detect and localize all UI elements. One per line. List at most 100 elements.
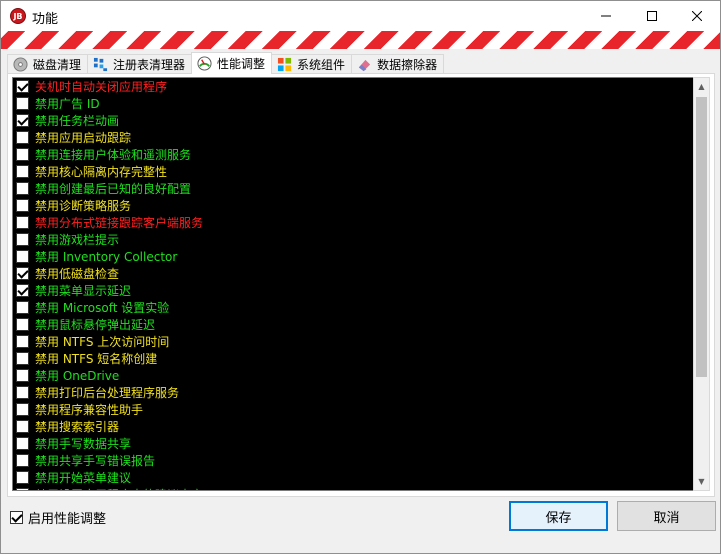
list-item[interactable]: 禁用搜索索引器: [13, 418, 693, 435]
list-item[interactable]: 禁用 Microsoft 设置实验: [13, 299, 693, 316]
item-checkbox[interactable]: [16, 267, 29, 280]
close-icon: [692, 11, 702, 21]
list-item[interactable]: 禁用游戏栏提示: [13, 231, 693, 248]
item-checkbox[interactable]: [16, 148, 29, 161]
list-item[interactable]: 禁用核心隔离内存完整性: [13, 163, 693, 180]
app-logo-icon: JB: [10, 8, 26, 24]
item-checkbox[interactable]: [16, 335, 29, 348]
list-item[interactable]: 禁用打印后台处理程序服务: [13, 384, 693, 401]
enable-tuning-checkbox[interactable]: [10, 511, 23, 524]
list-item[interactable]: 禁用连接用户体验和遥测服务: [13, 146, 693, 163]
list-item[interactable]: 禁用分布式链接跟踪客户端服务: [13, 214, 693, 231]
list-item[interactable]: 禁用诊断策略服务: [13, 197, 693, 214]
warning-stripe: [1, 31, 720, 49]
item-checkbox[interactable]: [16, 165, 29, 178]
item-checkbox[interactable]: [16, 199, 29, 212]
tweak-list: 关机时自动关闭应用程序禁用广告 ID 禁用任务栏动画禁用应用启动跟踪 禁用连接用户体…: [12, 77, 693, 491]
tab-disk-cleanup[interactable]: 磁盘清理: [7, 54, 89, 74]
minimize-button[interactable]: [583, 1, 629, 31]
item-label: 禁用鼠标悬停弹出延迟: [35, 318, 156, 332]
disk-icon: [12, 57, 28, 73]
item-checkbox[interactable]: [16, 352, 29, 365]
list-item[interactable]: 禁用任务栏动画: [13, 112, 693, 129]
item-checkbox[interactable]: [16, 301, 29, 314]
item-checkbox[interactable]: [16, 420, 29, 433]
eraser-icon: [356, 57, 372, 73]
item-checkbox[interactable]: [16, 182, 29, 195]
item-checkbox[interactable]: [16, 386, 29, 399]
item-checkbox[interactable]: [16, 488, 29, 490]
scroll-down-arrow-icon[interactable]: ▼: [694, 473, 709, 490]
item-checkbox[interactable]: [16, 454, 29, 467]
maximize-button[interactable]: [629, 1, 675, 31]
window-title: 功能: [32, 12, 59, 27]
tab-bar: 磁盘清理 注册表清理器 性能调整 系统组件 数据擦除器: [7, 52, 445, 74]
item-checkbox[interactable]: [16, 114, 29, 127]
tab-label: 系统组件: [297, 58, 346, 72]
enable-tuning-option[interactable]: 启用性能调整: [10, 508, 106, 527]
vertical-scrollbar[interactable]: ▲ ▼: [693, 77, 710, 491]
item-label: 禁用设置应用程序中的建议内容: [35, 486, 203, 490]
item-label: 禁用打印后台处理程序服务: [35, 386, 180, 400]
list-item[interactable]: 禁用程序兼容性助手: [13, 401, 693, 418]
window: JB 功能 磁盘清理 注册表清理器 性能调整 系统组件 数据擦除器 关机时自动关…: [0, 0, 721, 554]
item-label: 禁用低磁盘检查: [35, 267, 120, 281]
title-bar: JB 功能: [1, 1, 720, 31]
item-checkbox[interactable]: [16, 369, 29, 382]
tab-system-components[interactable]: 系统组件: [271, 54, 353, 74]
list-item[interactable]: 禁用 NTFS 短名称创建: [13, 350, 693, 367]
item-label: 禁用 OneDrive: [35, 369, 120, 383]
item-checkbox[interactable]: [16, 437, 29, 450]
tab-label: 数据擦除器: [377, 58, 438, 72]
list-item[interactable]: 关机时自动关闭应用程序: [13, 78, 693, 95]
item-checkbox[interactable]: [16, 80, 29, 93]
list-item[interactable]: 禁用低磁盘检查: [13, 265, 693, 282]
item-label: 禁用应用启动跟踪: [35, 131, 132, 145]
cancel-button[interactable]: 取消: [617, 501, 716, 531]
item-checkbox[interactable]: [16, 131, 29, 144]
list-item[interactable]: 禁用 OneDrive: [13, 367, 693, 384]
save-button[interactable]: 保存: [509, 501, 608, 531]
item-checkbox[interactable]: [16, 233, 29, 246]
scroll-thumb[interactable]: [696, 97, 707, 377]
list-item[interactable]: 禁用创建最后已知的良好配置: [13, 180, 693, 197]
list-item[interactable]: 禁用手写数据共享: [13, 435, 693, 452]
list-item[interactable]: 禁用设置应用程序中的建议内容: [13, 486, 693, 490]
item-label: 禁用创建最后已知的良好配置: [35, 182, 192, 196]
item-label: 禁用菜单显示延迟: [35, 284, 132, 298]
scroll-up-arrow-icon[interactable]: ▲: [694, 78, 709, 95]
list-item[interactable]: 禁用广告 ID: [13, 95, 693, 112]
item-label: 禁用 Microsoft 设置实验: [35, 301, 170, 315]
close-button[interactable]: [674, 1, 720, 31]
item-checkbox[interactable]: [16, 284, 29, 297]
item-checkbox[interactable]: [16, 403, 29, 416]
item-label: 禁用分布式链接跟踪客户端服务: [35, 216, 204, 230]
item-checkbox[interactable]: [16, 471, 29, 484]
maximize-icon: [647, 11, 657, 21]
windows-logo-icon: [276, 57, 292, 73]
item-checkbox[interactable]: [16, 216, 29, 229]
item-label: 禁用共享手写错误报告: [35, 454, 156, 468]
minimize-icon: [601, 15, 611, 17]
tab-data-eraser[interactable]: 数据擦除器: [351, 54, 445, 74]
item-checkbox[interactable]: [16, 97, 29, 110]
tab-registry-cleaner[interactable]: 注册表清理器: [87, 54, 193, 74]
item-label: 禁用核心隔离内存完整性: [35, 165, 168, 179]
item-label: 禁用手写数据共享: [35, 437, 132, 451]
item-checkbox[interactable]: [16, 318, 29, 331]
tab-performance-tuning[interactable]: 性能调整: [191, 52, 273, 74]
list-item[interactable]: 禁用应用启动跟踪: [13, 129, 693, 146]
item-label: 禁用 NTFS 短名称创建: [35, 352, 158, 366]
list-item[interactable]: 禁用鼠标悬停弹出延迟: [13, 316, 693, 333]
list-item[interactable]: 禁用 NTFS 上次访问时间: [13, 333, 693, 350]
list-item[interactable]: 禁用开始菜单建议: [13, 469, 693, 486]
item-checkbox[interactable]: [16, 250, 29, 263]
list-item[interactable]: 禁用 Inventory Collector: [13, 248, 693, 265]
item-label: 禁用广告 ID: [35, 97, 100, 111]
item-label: 禁用游戏栏提示: [35, 233, 120, 247]
item-label: 禁用程序兼容性助手: [35, 403, 144, 417]
list-item[interactable]: 禁用菜单显示延迟: [13, 282, 693, 299]
list-item[interactable]: 禁用共享手写错误报告: [13, 452, 693, 469]
item-label: 禁用开始菜单建议: [35, 471, 132, 485]
tab-label: 注册表清理器: [113, 58, 186, 72]
